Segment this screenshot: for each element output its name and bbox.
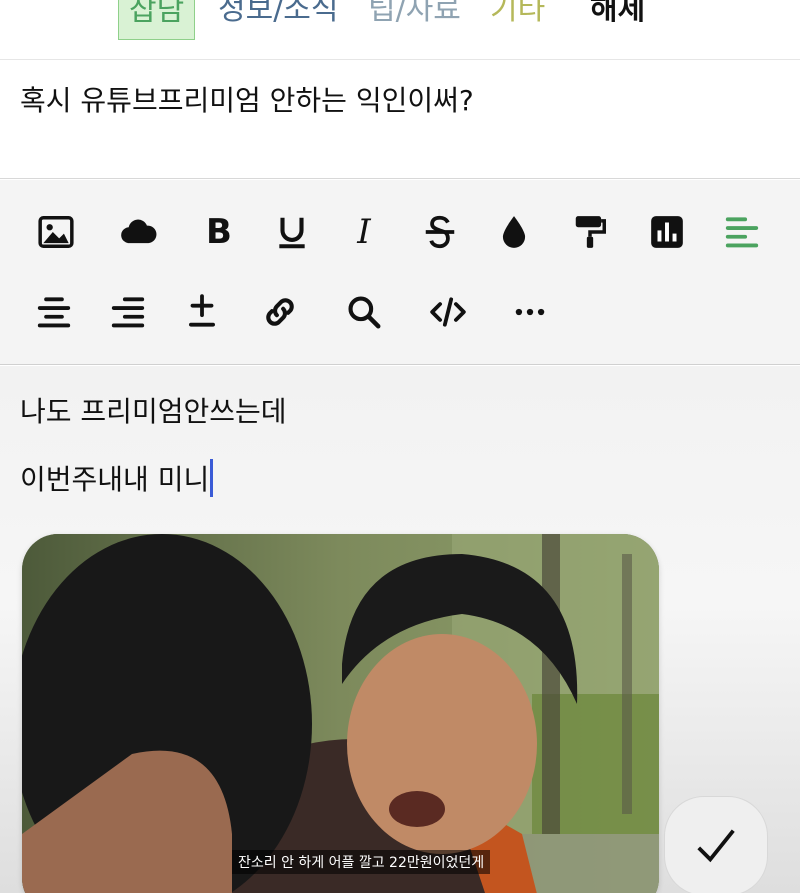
body-line-2: 이번주내내 미니 (20, 458, 214, 498)
search-icon[interactable] (342, 290, 386, 334)
chart-icon[interactable] (645, 210, 689, 254)
align-center-icon[interactable] (32, 290, 76, 334)
photo-illustration (22, 534, 659, 893)
plus-minus-icon[interactable] (180, 290, 224, 334)
tab-chat[interactable]: 잡담 (118, 0, 196, 40)
underline-icon[interactable] (270, 210, 314, 254)
body-line-2-text: 이번주내내 미니 (20, 463, 210, 496)
category-tabs: 잡담 정보/소식 팁/자료 기타 해제 (0, 0, 800, 60)
bold-icon[interactable]: B (197, 210, 241, 254)
italic-label: I (357, 212, 371, 252)
text-caret (210, 459, 214, 497)
strikethrough-icon[interactable] (418, 210, 462, 254)
color-drop-icon[interactable] (492, 210, 536, 254)
tab-etc[interactable]: 기타 (490, 0, 545, 30)
tab-release[interactable]: 해제 (590, 0, 645, 30)
code-icon[interactable] (426, 290, 470, 334)
align-left-icon[interactable] (720, 210, 764, 254)
bold-label: B (206, 212, 232, 252)
tab-info[interactable]: 정보/소식 (218, 0, 339, 30)
title-field[interactable]: 혹시 유튜브프리미엄 안하는 익인이써? (0, 61, 800, 179)
align-right-icon[interactable] (106, 290, 150, 334)
italic-icon[interactable]: I (342, 210, 386, 254)
post-title: 혹시 유튜브프리미엄 안하는 익인이써? (20, 84, 474, 117)
more-icon[interactable] (508, 290, 552, 334)
editor-toolbar: B I (0, 180, 800, 365)
confirm-button[interactable] (664, 796, 768, 893)
checkmark-icon (697, 829, 735, 863)
paint-roller-icon[interactable] (568, 210, 612, 254)
video-caption: 잔소리 안 하게 어플 깔고 22만원이었던게 (232, 850, 491, 874)
image-icon[interactable] (34, 210, 78, 254)
tab-tip[interactable]: 팁/자료 (368, 0, 461, 30)
body-line-1: 나도 프리미엄안쓰는데 (20, 395, 287, 428)
link-icon[interactable] (258, 290, 302, 334)
embedded-image[interactable]: 잔소리 안 하게 어플 깔고 22만원이었던게 (22, 534, 659, 893)
cloud-icon[interactable] (117, 210, 161, 254)
